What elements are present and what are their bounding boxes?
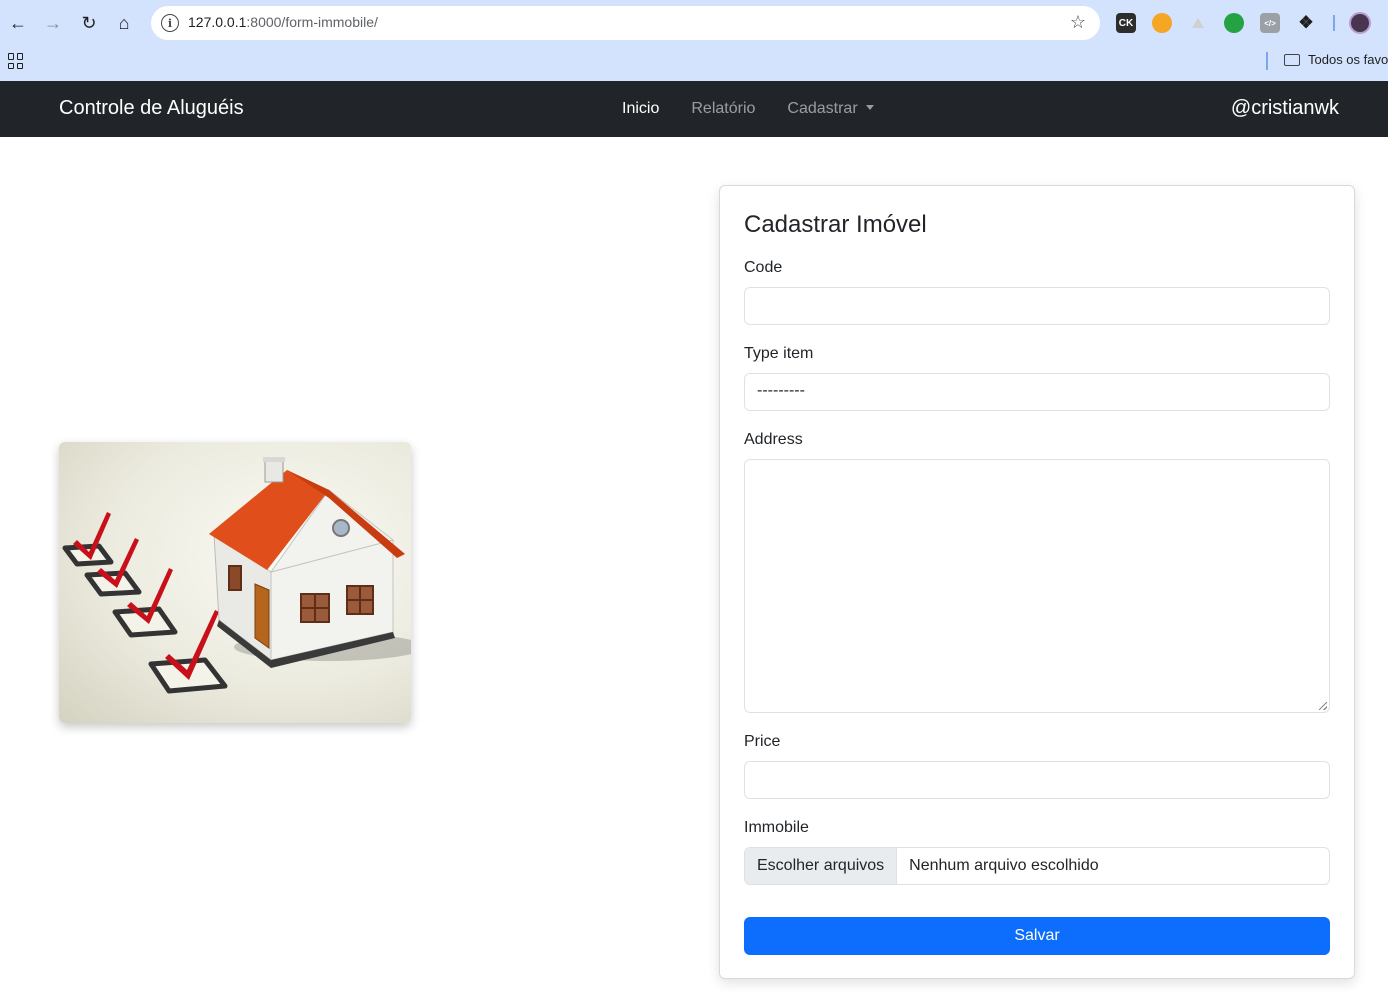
orange-extension-icon[interactable] (1152, 13, 1172, 33)
price-label: Price (744, 733, 781, 750)
file-status-text: Nenhum arquivo escolhido (909, 857, 1099, 874)
immobile-label: Immobile (744, 819, 809, 836)
address-label: Address (744, 431, 803, 448)
apps-grid-icon[interactable] (8, 53, 24, 69)
bookmarks-divider (1266, 52, 1268, 70)
code-extension-icon[interactable]: </> (1260, 13, 1280, 33)
extensions-puzzle-icon[interactable]: ❖ (1296, 13, 1316, 33)
url-text[interactable]: 127.0.0.1:8000/form-immobile/ (188, 14, 378, 30)
nav-links: Inicio Relatório Cadastrar (622, 100, 874, 118)
reload-icon[interactable]: ↻ (76, 10, 102, 36)
address-textarea[interactable] (744, 459, 1330, 713)
save-button[interactable]: Salvar (744, 917, 1330, 955)
address-bar[interactable]: i 127.0.0.1:8000/form-immobile/ ☆ (151, 6, 1100, 40)
ck-extension-icon[interactable]: CK (1116, 13, 1136, 33)
bookmarks-bar: Todos os favoritos (0, 46, 1388, 81)
folder-icon (1284, 53, 1300, 66)
browser-toolbar: ← → ↻ ⌂ i 127.0.0.1:8000/form-immobile/ … (0, 0, 1388, 46)
browser-chrome: ← → ↻ ⌂ i 127.0.0.1:8000/form-immobile/ … (0, 0, 1388, 81)
all-bookmarks-folder[interactable]: Todos os favoritos (1284, 52, 1388, 67)
nav-dropdown-cadastrar[interactable]: Cadastrar (787, 100, 874, 118)
navbar-brand[interactable]: Controle de Aluguéis (59, 97, 244, 120)
house-illustration (59, 442, 411, 723)
code-input[interactable] (744, 287, 1330, 325)
url-host: 127.0.0.1 (188, 14, 247, 30)
bookmark-folder-label: Todos os favoritos (1308, 52, 1388, 67)
type-item-label: Type item (744, 345, 814, 362)
forward-icon[interactable]: → (40, 10, 66, 36)
profile-avatar[interactable] (1349, 12, 1371, 34)
triangle-extension-icon[interactable] (1188, 13, 1208, 33)
whatsapp-extension-icon[interactable] (1224, 13, 1244, 33)
dropdown-caret-icon (865, 105, 874, 110)
url-path: :8000/form-immobile/ (246, 14, 378, 30)
home-icon[interactable]: ⌂ (111, 10, 137, 36)
site-info-icon[interactable]: i (161, 14, 179, 32)
toolbar-divider (1333, 15, 1335, 31)
form-title: Cadastrar Imóvel (744, 211, 927, 238)
nav-link-relatorio[interactable]: Relatório (691, 100, 755, 118)
choose-files-button[interactable]: Escolher arquivos (745, 848, 898, 884)
type-item-select[interactable]: --------- (744, 373, 1330, 411)
type-item-selected-value: --------- (757, 382, 805, 399)
nav-link-cadastrar: Cadastrar (787, 100, 858, 117)
back-icon[interactable]: ← (5, 10, 31, 36)
code-label: Code (744, 259, 783, 276)
site-navbar: Controle de Aluguéis Inicio Relatório Ca… (0, 81, 1388, 137)
bookmark-star-icon[interactable]: ☆ (1070, 12, 1086, 33)
immobile-form-card: Cadastrar Imóvel Code Type item --------… (719, 185, 1355, 979)
resize-handle-icon[interactable] (1319, 702, 1327, 710)
navbar-user[interactable]: @cristianwk (1231, 97, 1339, 120)
nav-link-inicio[interactable]: Inicio (622, 100, 659, 118)
price-input[interactable] (744, 761, 1330, 799)
immobile-file-input[interactable]: Escolher arquivos Nenhum arquivo escolhi… (744, 847, 1330, 885)
